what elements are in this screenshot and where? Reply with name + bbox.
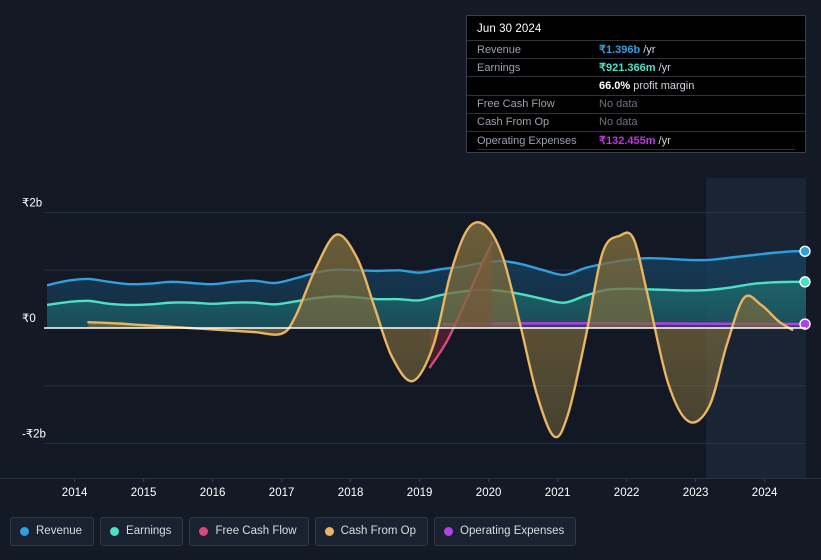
- legend-item-cash-from-op[interactable]: Cash From Op: [314, 517, 429, 546]
- tooltip-row: Free Cash Flow No data: [467, 94, 805, 113]
- legend-item-label: Revenue: [36, 525, 83, 537]
- series-end-marker[interactable]: [799, 276, 811, 288]
- legend-item-free-cash-flow[interactable]: Free Cash Flow: [189, 517, 309, 546]
- tooltip-row-unit: /yr: [658, 134, 671, 147]
- tooltip-row-label: Free Cash Flow: [477, 98, 555, 111]
- x-axis-tick-label: 2016: [200, 487, 226, 499]
- x-axis-tick-label: 2017: [269, 487, 295, 499]
- tooltip-row-value: No data: [599, 116, 638, 129]
- legend-item-operating-expenses[interactable]: Operating Expenses: [434, 517, 577, 546]
- series-end-marker[interactable]: [799, 245, 811, 257]
- legend-dot-icon: [199, 527, 209, 536]
- chart-legend[interactable]: Revenue Earnings Free Cash Flow Cash From O…: [10, 517, 577, 546]
- tooltip-row-unit: /yr: [643, 43, 656, 56]
- tooltip-row-unit: /yr: [658, 61, 671, 74]
- x-axis-tick-label: 2019: [407, 487, 433, 499]
- tooltip-row-label: Earnings: [477, 61, 521, 74]
- tooltip-row: Cash From Op No data: [467, 112, 805, 131]
- tooltip-date: Jun 30 2024: [477, 23, 542, 35]
- tooltip-row-unit: profit margin: [633, 79, 695, 92]
- legend-item-earnings[interactable]: Earnings: [100, 517, 184, 546]
- y-axis-tick-label: ₹0: [22, 313, 36, 325]
- tooltip-row-label: Revenue: [477, 43, 522, 56]
- x-axis-tick-label: 2023: [683, 487, 709, 499]
- tooltip-row-value: ₹1.396b: [599, 44, 641, 57]
- y-axis-tick-label: -₹2b: [22, 428, 46, 440]
- y-axis-tick-label: ₹2b: [22, 198, 42, 210]
- tooltip-row-value: ₹921.366m: [599, 62, 656, 75]
- legend-dot-icon: [20, 527, 29, 536]
- legend-item-label: Operating Expenses: [460, 525, 565, 537]
- x-axis-tick-label: 2024: [752, 487, 778, 499]
- legend-dot-icon: [110, 527, 120, 536]
- tooltip-row-label: Operating Expenses: [477, 134, 577, 147]
- legend-item-label: Earnings: [126, 525, 172, 537]
- tooltip-bottom-divider: [477, 149, 795, 151]
- chart-screenshot-root: ₹2b ₹0 -₹2b 2014 2015 2016 2017 2018 2019 2020 202…: [0, 0, 821, 560]
- tooltip-rows: Revenue ₹1.396b/yr Earnings ₹921.366m/yr 66.…: [467, 40, 805, 149]
- x-axis-tick-label: 2020: [476, 487, 502, 499]
- tooltip-row: Revenue ₹1.396b/yr: [467, 40, 805, 58]
- x-axis-tick-label: 2021: [545, 487, 571, 499]
- tooltip-row-value: ₹132.455m: [599, 135, 656, 148]
- legend-item-revenue[interactable]: Revenue: [10, 517, 95, 546]
- tooltip-row-value: 66.0%: [599, 79, 631, 92]
- tooltip-row-label: Cash From Op: [477, 116, 550, 129]
- legend-item-label: Free Cash Flow: [215, 525, 297, 537]
- tooltip-row: Earnings ₹921.366m/yr: [467, 58, 805, 76]
- x-axis-tick-label: 2018: [338, 487, 364, 499]
- tooltip-row: Operating Expenses ₹132.455m/yr: [467, 130, 805, 149]
- x-axis-tick-label: 2022: [614, 487, 640, 499]
- legend-dot-icon: [324, 527, 334, 536]
- x-axis-tick-label: 2015: [131, 487, 157, 499]
- chart-tooltip: Jun 30 2024 Revenue ₹1.396b/yr Earnings ₹92…: [466, 15, 806, 153]
- tooltip-row-value: No data: [599, 98, 638, 111]
- x-axis-tick-label: 2014: [62, 487, 88, 499]
- legend-item-label: Cash From Op: [340, 525, 417, 537]
- tooltip-row: 66.0% profit margin: [467, 76, 805, 94]
- legend-dot-icon: [444, 527, 454, 536]
